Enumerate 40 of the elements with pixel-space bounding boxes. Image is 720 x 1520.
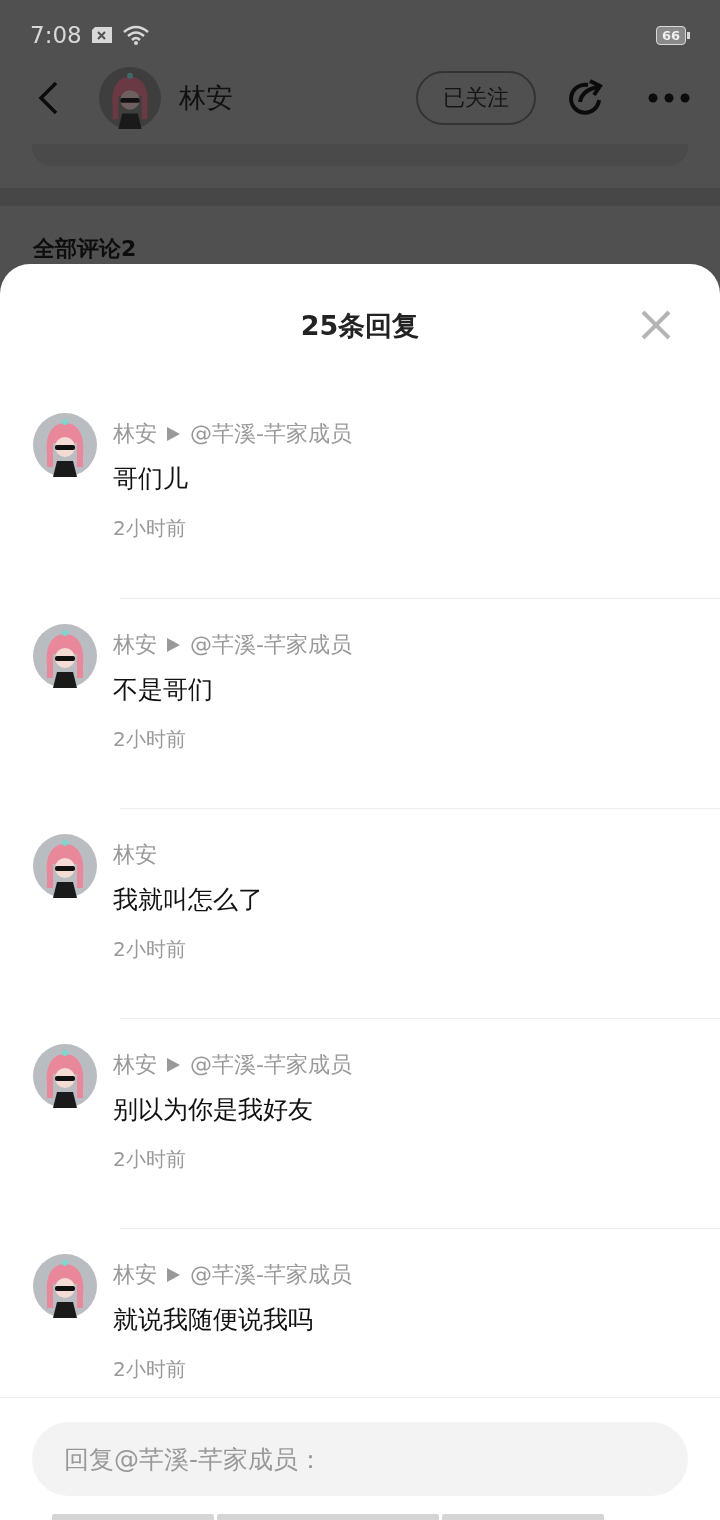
reply-text: 我就叫怎么了 — [113, 884, 263, 916]
reply-target[interactable]: @芊溪-芊家成员 — [190, 630, 352, 660]
user-name: 林安 — [179, 81, 233, 115]
reply-text: 别以为你是我好友 — [113, 1094, 314, 1126]
avatar-icon[interactable] — [33, 624, 97, 688]
status-time: 7:08 — [30, 22, 82, 48]
reply-author[interactable]: 林安 — [113, 1260, 157, 1290]
battery-indicator: 66 — [655, 25, 690, 45]
back-icon[interactable] — [36, 80, 60, 116]
avatar-icon[interactable] — [33, 1254, 97, 1318]
triangle-icon — [167, 427, 180, 441]
triangle-icon — [167, 1268, 180, 1282]
reply-author[interactable]: 林安 — [113, 419, 157, 449]
reply-time: 2小时前 — [113, 515, 187, 542]
follow-button[interactable]: 已关注 — [416, 71, 536, 125]
reply-author[interactable]: 林安 — [113, 840, 157, 870]
reply-text: 不是哥们 — [113, 674, 214, 706]
wifi-icon — [121, 25, 150, 45]
reply-text: 哥们儿 — [113, 463, 189, 495]
reply-time: 2小时前 — [113, 936, 187, 963]
reply-time: 2小时前 — [113, 1356, 187, 1383]
sheet-title: 25条回复 — [300, 309, 420, 343]
more-icon[interactable] — [648, 93, 690, 103]
reply-input[interactable]: 回复@芊溪-芊家成员： — [32, 1422, 688, 1496]
avatar-icon[interactable] — [33, 1044, 97, 1108]
triangle-icon — [167, 1058, 180, 1072]
avatar-icon[interactable] — [33, 834, 97, 898]
reply-text: 就说我随便说我吗 — [113, 1304, 314, 1336]
reply-target[interactable]: @芊溪-芊家成员 — [190, 1260, 352, 1290]
reply-time: 2小时前 — [113, 1146, 187, 1173]
reply-target[interactable]: @芊溪-芊家成员 — [190, 1050, 352, 1080]
section-title: 全部评论2 — [33, 235, 138, 263]
reply-author[interactable]: 林安 — [113, 630, 157, 660]
sim-icon — [89, 26, 114, 44]
reply-time: 2小时前 — [113, 726, 187, 753]
share-icon[interactable] — [566, 78, 606, 118]
triangle-icon — [167, 638, 180, 652]
avatar-icon[interactable] — [33, 413, 97, 477]
reply-author[interactable]: 林安 — [113, 1050, 157, 1080]
reply-target[interactable]: @芊溪-芊家成员 — [190, 419, 352, 449]
